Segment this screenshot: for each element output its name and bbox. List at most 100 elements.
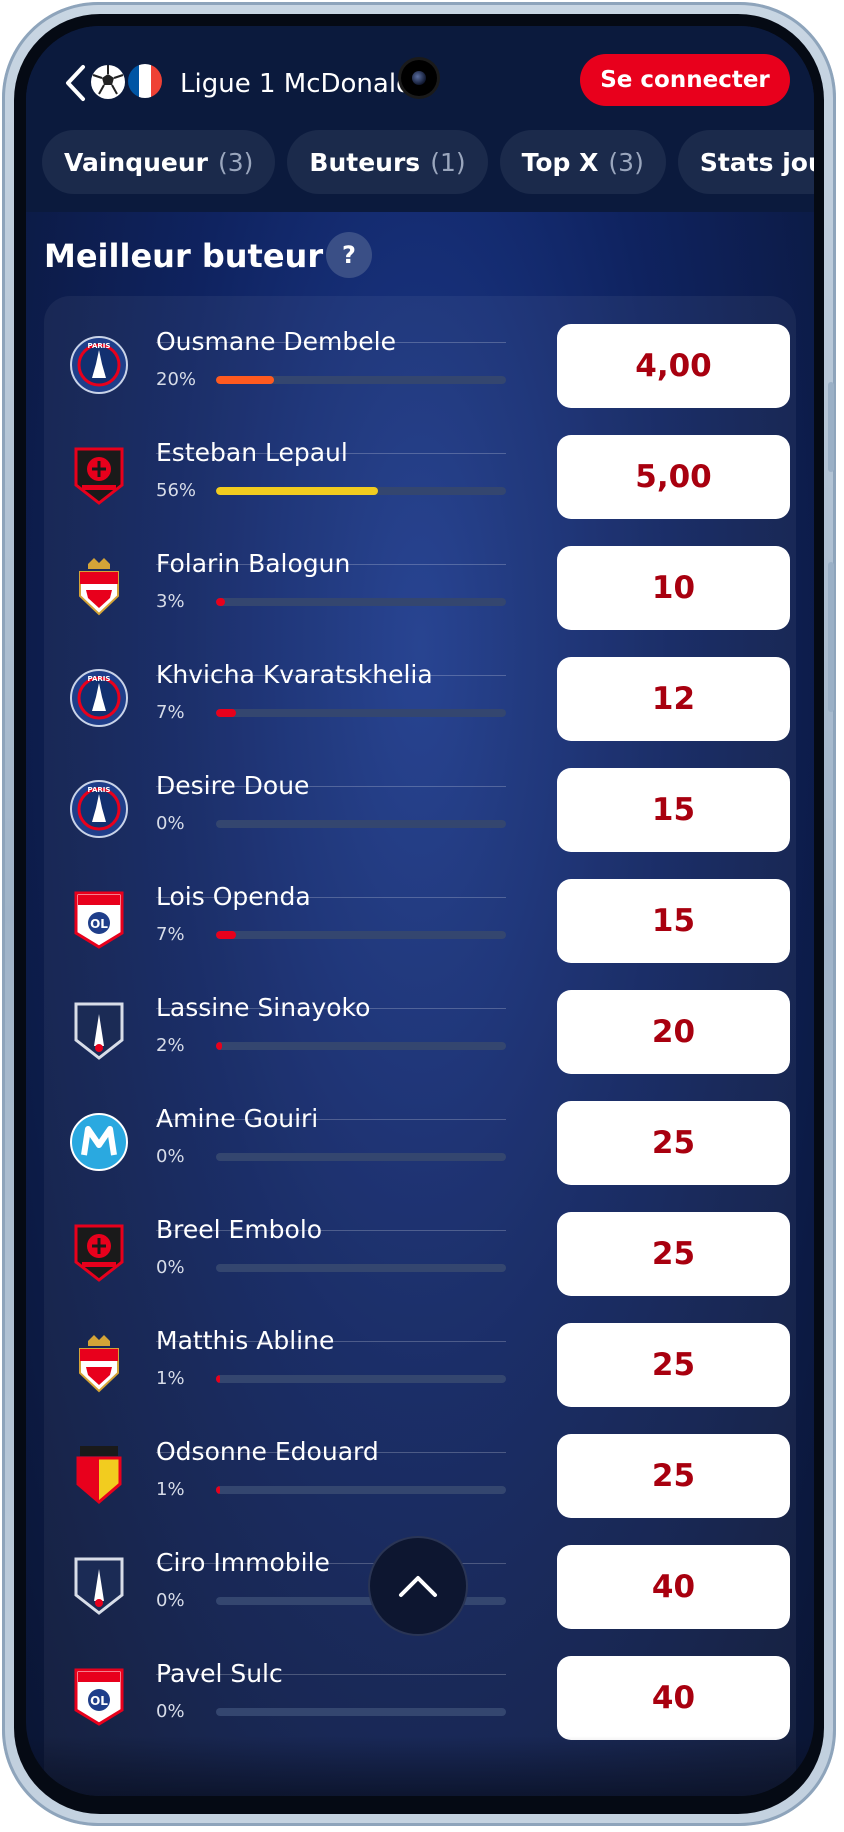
- rennes-crest-icon: [70, 1222, 128, 1284]
- percentage-bar: [216, 1375, 506, 1383]
- player-row: PARIS Khvicha Kvaratskhelia 7% 12: [44, 655, 796, 751]
- player-row: Esteban Lepaul 56% 5,00: [44, 433, 796, 529]
- player-percentage: 56%: [156, 480, 197, 501]
- percentage-bar: [216, 376, 506, 384]
- volume-button: [828, 382, 834, 472]
- odds-button[interactable]: 40: [557, 1545, 790, 1629]
- percentage-bar-fill: [216, 931, 237, 939]
- tab-stats-joueurs[interactable]: Stats joueu: [677, 130, 814, 194]
- odds-button[interactable]: 25: [557, 1323, 790, 1407]
- percentage-bar: [216, 1486, 506, 1494]
- percentage-bar: [216, 1264, 506, 1272]
- player-name-wrap: Esteban Lepaul: [156, 435, 506, 471]
- player-percentage: 7%: [156, 702, 185, 723]
- odds-button[interactable]: 4,00: [557, 324, 790, 408]
- player-name: Lois Openda: [156, 882, 311, 911]
- player-percentage: 3%: [156, 591, 185, 612]
- paris-fc-crest-icon: [70, 1555, 128, 1617]
- top-header: Ligue 1 McDonald's Se connecter Vainqueu…: [26, 26, 814, 212]
- percentage-bar: [216, 1153, 506, 1161]
- percentage-bar: [216, 598, 506, 606]
- player-name-wrap: Khvicha Kvaratskhelia: [156, 657, 506, 693]
- section-title: Meilleur buteur: [44, 237, 324, 275]
- player-row: OL Lois Openda 7% 15: [44, 877, 796, 973]
- player-name: Folarin Balogun: [156, 549, 351, 578]
- player-name: Ciro Immobile: [156, 1548, 330, 1577]
- psg-crest-icon: PARIS: [70, 667, 128, 729]
- percentage-bar-fill: [216, 1375, 221, 1383]
- player-percentage: 0%: [156, 1701, 185, 1722]
- player-name: Lassine Sinayoko: [156, 993, 371, 1022]
- chevron-left-icon[interactable]: [60, 60, 90, 106]
- tab-label: Top X: [521, 147, 599, 177]
- tab-label: Buteurs: [309, 147, 421, 177]
- player-name: Ousmane Dembele: [156, 327, 396, 356]
- player-row: Breel Embolo 0% 25: [44, 1210, 796, 1306]
- rennes-crest-icon: [70, 445, 128, 507]
- odds-button[interactable]: 25: [557, 1212, 790, 1296]
- odds-button[interactable]: 40: [557, 1656, 790, 1740]
- player-name-wrap: Pavel Sulc: [156, 1656, 506, 1692]
- front-camera-icon: [401, 60, 437, 96]
- player-percentage: 0%: [156, 813, 185, 834]
- player-percentage: 0%: [156, 1590, 185, 1611]
- percentage-bar-fill: [216, 1042, 222, 1050]
- tab-vainqueur[interactable]: Vainqueur (3): [42, 130, 276, 194]
- player-row: PARIS Desire Doue 0% 15: [44, 766, 796, 862]
- player-name: Breel Embolo: [156, 1215, 323, 1244]
- player-percentage: 0%: [156, 1257, 185, 1278]
- tab-count: (3): [608, 147, 644, 177]
- odds-button[interactable]: 25: [557, 1101, 790, 1185]
- odds-button[interactable]: 20: [557, 990, 790, 1074]
- percentage-bar-fill: [216, 598, 225, 606]
- flag-stripe-red: [150, 64, 162, 98]
- percentage-bar: [216, 709, 506, 717]
- player-name-wrap: Matthis Abline: [156, 1323, 506, 1359]
- player-row: Odsonne Edouard 1% 25: [44, 1432, 796, 1528]
- tab-count: (3): [218, 147, 254, 177]
- player-percentage: 1%: [156, 1368, 185, 1389]
- tab-top-x[interactable]: Top X (3): [499, 130, 666, 194]
- player-percentage: 20%: [156, 369, 197, 390]
- scroll-to-top-button[interactable]: [370, 1538, 466, 1634]
- player-name: Esteban Lepaul: [156, 438, 348, 467]
- odds-button[interactable]: 10: [557, 546, 790, 630]
- odds-button[interactable]: 25: [557, 1434, 790, 1518]
- player-name-wrap: Breel Embolo: [156, 1212, 506, 1248]
- odds-button[interactable]: 15: [557, 768, 790, 852]
- marseille-crest-icon: [70, 1111, 128, 1173]
- svg-text:PARIS: PARIS: [88, 342, 111, 350]
- percentage-bar: [216, 931, 506, 939]
- psg-crest-icon: PARIS: [70, 334, 128, 396]
- tab-label: Vainqueur: [64, 147, 208, 177]
- bottom-fade: [26, 1736, 814, 1796]
- player-name-wrap: Desire Doue: [156, 768, 506, 804]
- login-button[interactable]: Se connecter: [580, 54, 790, 106]
- odds-button[interactable]: 5,00: [557, 435, 790, 519]
- tab-buteurs[interactable]: Buteurs (1): [287, 130, 488, 194]
- monaco-crest-icon: [70, 1333, 128, 1395]
- player-name-wrap: Folarin Balogun: [156, 546, 506, 582]
- player-name: Odsonne Edouard: [156, 1437, 379, 1466]
- odds-button[interactable]: 15: [557, 879, 790, 963]
- player-name: Amine Gouiri: [156, 1104, 319, 1133]
- lyon-crest-icon: OL: [70, 889, 128, 951]
- svg-text:PARIS: PARIS: [88, 786, 111, 794]
- percentage-bar: [216, 1042, 506, 1050]
- percentage-bar-fill: [216, 1486, 221, 1494]
- player-percentage: 1%: [156, 1479, 185, 1500]
- odds-button[interactable]: 12: [557, 657, 790, 741]
- france-flag-icon: [128, 64, 162, 98]
- player-name-wrap: Ousmane Dembele: [156, 324, 506, 360]
- league-title: Ligue 1 McDonald's: [180, 69, 420, 99]
- svg-text:OL: OL: [90, 917, 108, 931]
- app-screen: Ligue 1 McDonald's Se connecter Vainqueu…: [26, 26, 814, 1796]
- player-percentage: 2%: [156, 1035, 185, 1056]
- lyon-crest-icon: OL: [70, 1666, 128, 1728]
- help-button[interactable]: ?: [326, 232, 372, 278]
- player-name: Matthis Abline: [156, 1326, 335, 1355]
- psg-crest-icon: PARIS: [70, 778, 128, 840]
- market-tabs: Vainqueur (3) Buteurs (1) Top X (3) Stat…: [42, 130, 814, 194]
- flag-stripe-white: [139, 64, 151, 98]
- player-row: Folarin Balogun 3% 10: [44, 544, 796, 640]
